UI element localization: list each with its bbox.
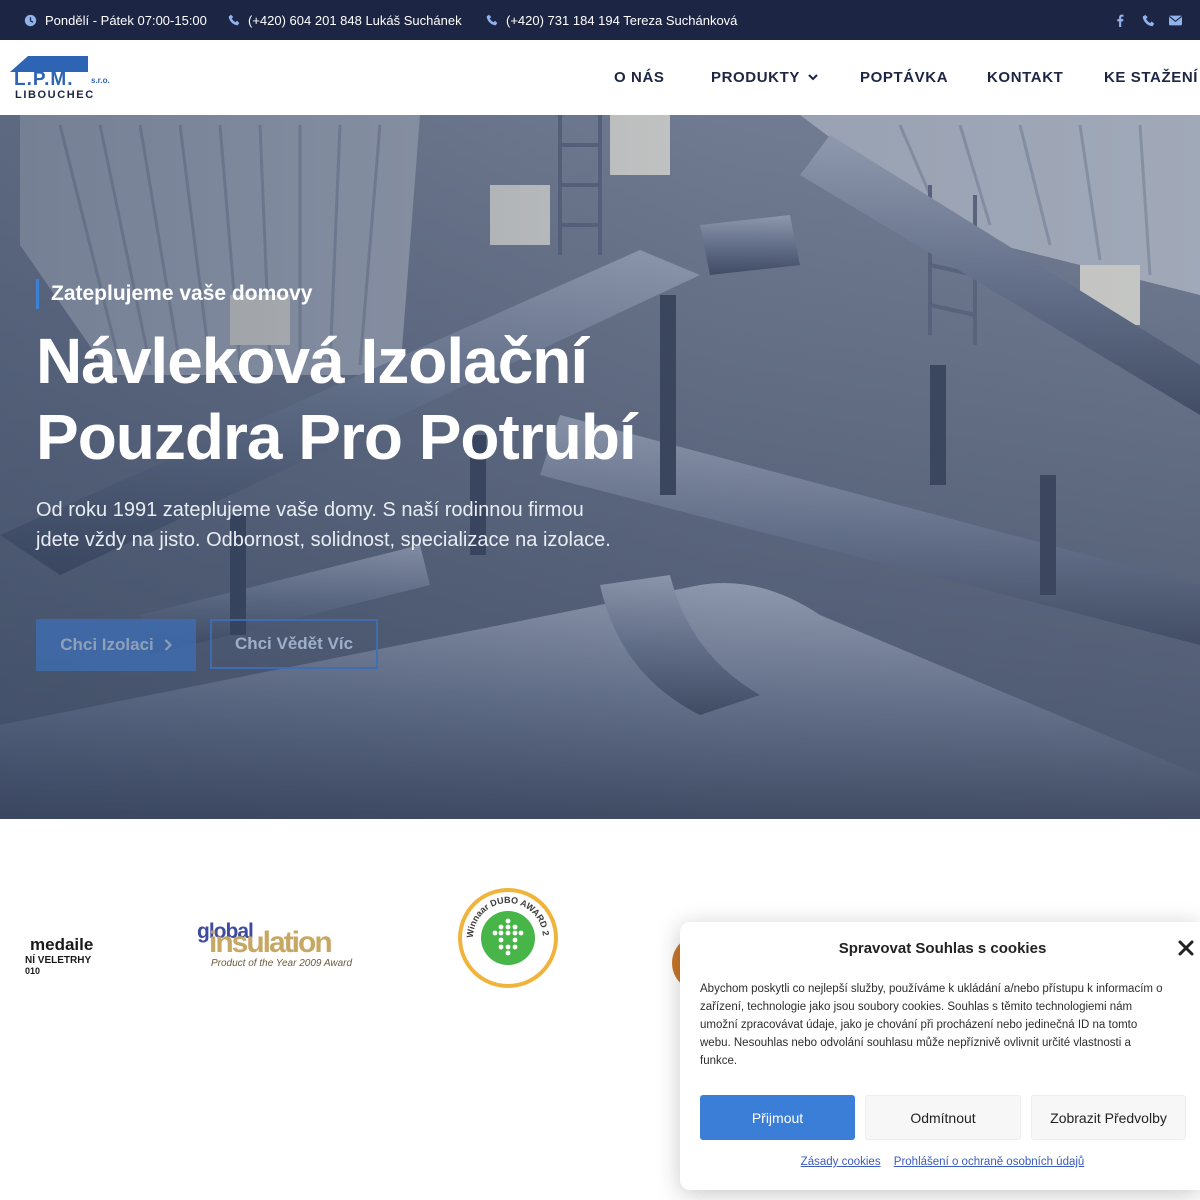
chci-vedet-vic-label[interactable]: Chci Vědět Víc [235, 634, 353, 654]
hero-tagline: Zateplujeme vaše domovy [36, 279, 312, 309]
hero-description: Od roku 1991 zateplujeme vaše domy. S na… [36, 499, 611, 551]
chevron-right-icon [164, 639, 172, 651]
cookie-consent-dialog: Spravovat Souhlas s cookies Abychom posk… [680, 922, 1200, 1190]
award-medaile-line-1: medaile [30, 935, 94, 954]
chci-vedet-vic-button[interactable]: Chci Vědět Víc [210, 619, 378, 669]
cookie-policy-link[interactable]: Zásady cookies [801, 1156, 881, 1168]
site-header: L.P.M. s.r.o. LIBOUCHEC O NÁS PRODUKTY P… [0, 40, 1200, 115]
logo-main-text: L.P.M. [14, 69, 74, 90]
cookie-accept-button[interactable]: Přijmout [700, 1095, 855, 1140]
logo-suffix-text: s.r.o. [91, 76, 110, 85]
nav-o-nas-label[interactable]: O NÁS [614, 69, 665, 86]
logo-city-text: LIBOUCHEC [15, 89, 95, 101]
nav-o-nas[interactable]: O NÁS [614, 40, 665, 115]
opening-hours: Pondělí - Pátek 07:00-15:00 [24, 0, 207, 40]
dubo-award-badge-icon: Winnaar DUBO AWARD 2009 [452, 877, 558, 988]
opening-hours-text: Pondělí - Pátek 07:00-15:00 [45, 12, 207, 28]
social-links [1114, 0, 1182, 40]
award-global-line-2: insulation [209, 926, 333, 959]
award-medaile-line-3: 010 [25, 966, 41, 976]
hero-section: Zateplujeme vaše domovy Návleková Izolač… [0, 115, 1200, 819]
chci-izolaci-label[interactable]: Chci Izolaci [60, 635, 154, 655]
phone-contact-2[interactable]: (+420) 731 184 194 Tereza Suchánková [486, 0, 737, 40]
nav-poptavka[interactable]: POPTÁVKA [860, 40, 948, 115]
nav-produkty[interactable]: PRODUKTY [711, 40, 818, 115]
cookie-deny-button[interactable]: Odmítnout [865, 1095, 1021, 1140]
close-icon[interactable] [1176, 938, 1196, 958]
award-global-line-3: Product of the Year 2009 Award [211, 958, 353, 969]
email-icon[interactable] [1169, 15, 1182, 26]
nav-poptavka-label[interactable]: POPTÁVKA [860, 69, 948, 86]
cookie-preferences-button[interactable]: Zobrazit Předvolby [1031, 1095, 1186, 1140]
chevron-down-icon[interactable] [808, 74, 818, 81]
hero-title-line-2: Pouzdra Pro Potrubí [36, 401, 637, 473]
cookie-description: Abychom poskytli co nejlepší služby, pou… [700, 983, 1163, 1067]
award-medaile-logo: medaile NÍ VELETRHY 010 [25, 935, 135, 985]
phone-contact-1-text[interactable]: (+420) 604 201 848 Lukáš Suchánek [248, 13, 462, 28]
hero-title: Návleková Izolační Pouzdra Pro Potrubí [36, 323, 637, 475]
cookie-links: Zásady cookies Prohlášení o ochraně osob… [680, 1156, 1200, 1168]
nav-ke-stazeni-label[interactable]: KE STAŽENÍ [1104, 69, 1198, 86]
top-bar: Pondělí - Pátek 07:00-15:00 (+420) 604 2… [0, 0, 1200, 40]
nav-produkty-label[interactable]: PRODUKTY [711, 69, 800, 86]
phone-icon[interactable] [1142, 14, 1155, 27]
nav-ke-stazeni[interactable]: KE STAŽENÍ [1104, 40, 1198, 115]
phone-icon [486, 14, 498, 26]
phone-icon [228, 14, 240, 26]
nav-kontakt-label[interactable]: KONTAKT [987, 69, 1063, 86]
nav-kontakt[interactable]: KONTAKT [987, 40, 1063, 115]
award-medaile-line-2: NÍ VELETRHY [25, 955, 92, 966]
award-dubo-logo: Winnaar DUBO AWARD 2009 [452, 877, 561, 991]
phone-contact-2-text[interactable]: (+420) 731 184 194 Tereza Suchánková [506, 13, 737, 28]
hero-title-line-1: Návleková Izolační [36, 325, 588, 397]
privacy-statement-link[interactable]: Prohlášení o ochraně osobních údajů [894, 1156, 1085, 1168]
phone-contact-1[interactable]: (+420) 604 201 848 Lukáš Suchánek [228, 0, 462, 40]
facebook-icon[interactable] [1114, 14, 1126, 27]
clock-icon [24, 14, 37, 26]
company-logo[interactable]: L.P.M. s.r.o. LIBOUCHEC [10, 54, 130, 102]
cookie-dialog-title: Spravovat Souhlas s cookies [838, 940, 1047, 957]
award-global-insulation-logo: global insulation Product of the Year 20… [195, 920, 352, 972]
chci-izolaci-button[interactable]: Chci Izolaci [36, 619, 196, 671]
